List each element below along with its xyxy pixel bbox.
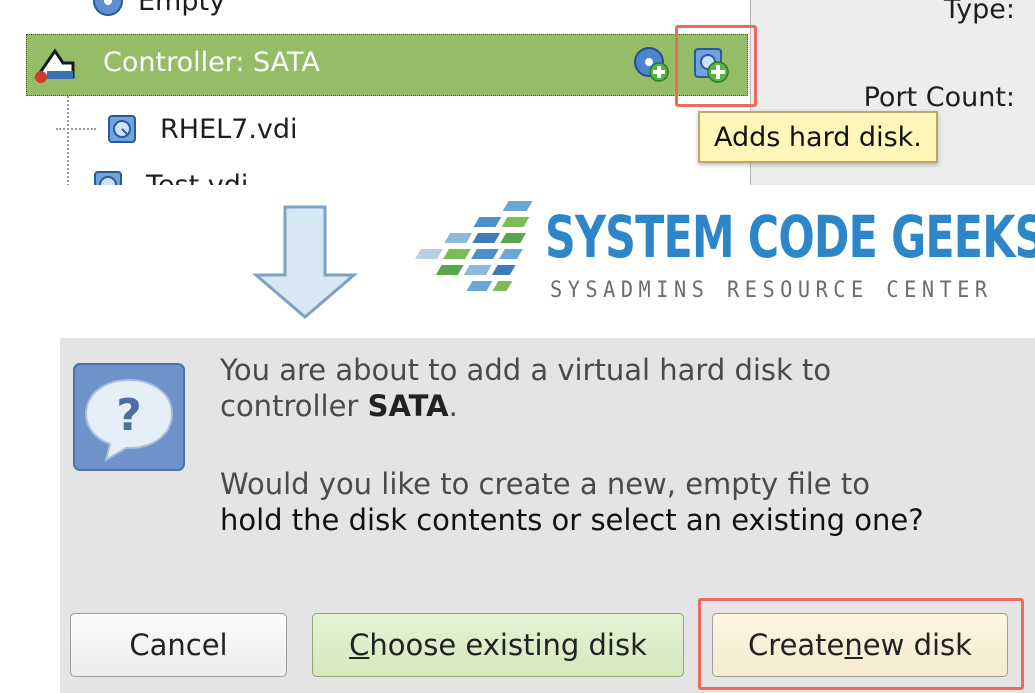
choose-existing-disk-button[interactable]: Choose existing disk — [312, 613, 684, 677]
tooltip-text: Adds hard disk. — [714, 121, 922, 153]
tree-item-rhel7-label: RHEL7.vdi — [160, 113, 298, 145]
dialog-message-line2-prefix: controller — [220, 389, 368, 423]
logo-mark-icon — [415, 201, 533, 291]
hard-disk-icon — [108, 115, 136, 143]
logo-title: SYSTEM CODE GEEKS — [545, 203, 1035, 271]
tooltip-adds-hard-disk: Adds hard disk. — [698, 111, 938, 163]
question-icon: ? — [73, 363, 185, 471]
storage-tree[interactable]: Empty Controller: SATA RHEL7.vdi Test.vd… — [12, 0, 757, 185]
down-arrow-icon — [251, 205, 359, 319]
create-accelerator: n — [844, 628, 863, 662]
add-hard-disk-dialog: ? You are about to add a virtual hard di… — [60, 338, 1035, 693]
tree-item-empty[interactable]: Empty — [92, 0, 225, 26]
create-button-label-rest: ew disk — [862, 628, 972, 662]
tree-item-test-label: Test.vdi — [146, 169, 249, 186]
dialog-message-line4: hold the disk contents or select an exis… — [220, 503, 924, 537]
create-new-disk-button[interactable]: Create n ew disk — [712, 613, 1008, 677]
tree-item-test-vdi[interactable]: Test.vdi — [92, 160, 248, 185]
controller-icon — [34, 48, 75, 83]
choose-accelerator: C — [349, 628, 370, 662]
optical-disc-icon — [93, 0, 123, 16]
cancel-button-label: Cancel — [129, 628, 228, 662]
tree-item-controller-sata[interactable]: Controller: SATA — [26, 25, 757, 107]
dialog-message-line2: controller SATA. — [220, 388, 458, 424]
controller-label: Controller: SATA — [103, 47, 320, 78]
port-count-label: Port Count: — [863, 82, 1015, 113]
dialog-message-line2-suffix: . — [448, 389, 458, 423]
add-hard-disk-highlight[interactable] — [675, 25, 757, 107]
tree-item-rhel7-vdi[interactable]: RHEL7.vdi — [56, 104, 298, 154]
tree-item-empty-label: Empty — [138, 0, 226, 17]
logo-subtitle: SYSADMINS RESOURCE CENTER — [550, 278, 993, 303]
type-label: Type: — [943, 0, 1015, 25]
dialog-message-line1: You are about to add a virtual hard disk… — [220, 353, 832, 387]
add-optical-drive-icon[interactable] — [632, 45, 670, 83]
controller-name: SATA — [367, 389, 449, 423]
tree-connector-branch — [56, 128, 96, 130]
hard-disk-icon — [94, 171, 122, 185]
cancel-button[interactable]: Cancel — [70, 613, 287, 677]
storage-panel: Empty Controller: SATA RHEL7.vdi Test.vd… — [12, 0, 1035, 185]
svg-text:?: ? — [116, 390, 142, 441]
dialog-message-line3: Would you like to create a new, empty fi… — [220, 467, 870, 501]
add-hard-disk-icon[interactable] — [692, 46, 730, 84]
choose-button-label: hoose existing disk — [369, 628, 647, 662]
create-button-label-prefix: Create — [748, 628, 845, 662]
